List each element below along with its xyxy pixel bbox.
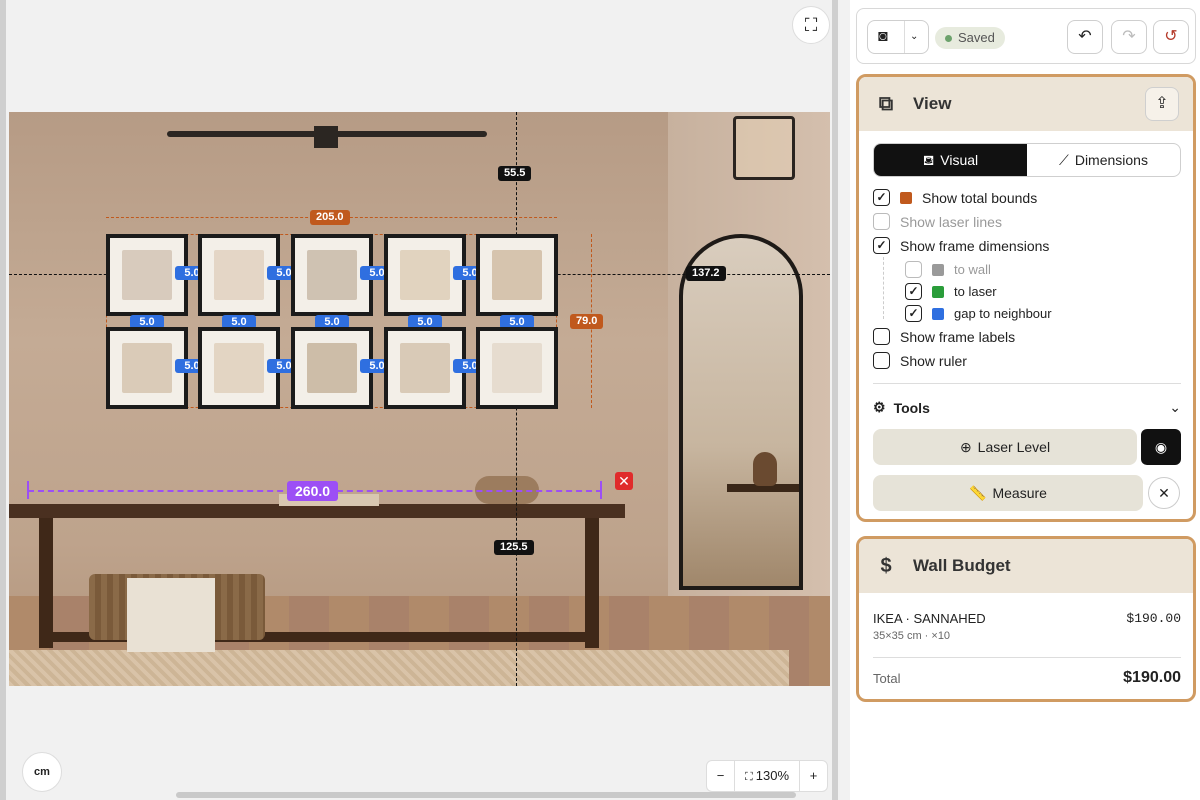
eye-icon[interactable]: ◉ bbox=[1141, 429, 1181, 465]
budget-title: Wall Budget bbox=[913, 556, 1011, 575]
dollar-icon: $ bbox=[880, 555, 892, 577]
fit-icon: ⛶ bbox=[744, 771, 756, 783]
share-icon: ⇪ bbox=[1155, 95, 1169, 112]
checkbox-to-wall[interactable] bbox=[905, 261, 922, 278]
zoom-control: − ⛶ 130% + bbox=[706, 760, 828, 792]
checkbox-to-laser[interactable]: ✓ bbox=[905, 283, 922, 300]
budget-header: $ Wall Budget bbox=[859, 539, 1193, 593]
status-dot bbox=[945, 35, 952, 43]
close-measure-icon[interactable]: ✕ bbox=[1148, 477, 1180, 509]
ruler-icon: 📏 bbox=[969, 485, 987, 501]
measure-button[interactable]: 📏 Measure bbox=[873, 475, 1143, 511]
share-button[interactable]: ⇪ bbox=[1145, 87, 1179, 121]
measure-label: 260.0 bbox=[287, 481, 339, 501]
laser-distance-top: 55.5 bbox=[498, 166, 532, 181]
item-name: IKEA · SANNAHED bbox=[873, 611, 986, 626]
checkbox-gap-to-neighbour[interactable]: ✓ bbox=[905, 305, 922, 322]
frame-photo bbox=[400, 343, 450, 393]
chevron-down-icon: ⌄ bbox=[1169, 399, 1181, 415]
option-to-wall[interactable]: to wall bbox=[905, 261, 991, 278]
left-scrollbar[interactable] bbox=[0, 0, 6, 800]
undo-button[interactable]: ↶ bbox=[1067, 20, 1103, 54]
right-scrollbar[interactable] bbox=[832, 0, 838, 800]
frame-photo bbox=[492, 343, 542, 393]
tools-icon: ⚙ bbox=[873, 399, 886, 415]
option-total-bounds[interactable]: ✓ Show total bounds bbox=[873, 189, 1037, 206]
checkbox-frame-labels[interactable] bbox=[873, 328, 890, 345]
laser-distance-right: 137.2 bbox=[686, 266, 726, 281]
visual-icon: ⛾ bbox=[922, 152, 935, 168]
view-mode-tabs: ⛾ Visual ⟋ Dimensions bbox=[873, 143, 1181, 177]
pendant-lamp bbox=[733, 116, 795, 180]
budget-total: Total $190.00 bbox=[873, 669, 1181, 686]
frame-photo bbox=[122, 250, 172, 300]
budget-line-item: IKEA · SANNAHED $190.00 bbox=[873, 611, 1181, 626]
frame-photo bbox=[492, 250, 542, 300]
option-laser-lines[interactable]: Show laser lines bbox=[873, 213, 1002, 230]
reset-button[interactable]: ↺ bbox=[1153, 20, 1189, 54]
item-price: $190.00 bbox=[1126, 611, 1181, 626]
reset-icon: ↺ bbox=[1164, 28, 1178, 45]
zoom-out-button[interactable]: − bbox=[707, 761, 735, 791]
option-ruler[interactable]: Show ruler bbox=[873, 352, 967, 369]
console-table bbox=[9, 504, 625, 518]
view-card: ⧉ View ⇪ ⛾ Visual ⟋ Dimensions ✓ Show tota… bbox=[856, 74, 1196, 522]
view-header: ⧉ View bbox=[859, 77, 1193, 131]
redo-icon: ↷ bbox=[1122, 28, 1136, 45]
snapshot-button[interactable]: ◙ ⌄ bbox=[867, 20, 929, 54]
frame-photo bbox=[214, 343, 264, 393]
mirror bbox=[679, 234, 803, 590]
total-width-label: 205.0 bbox=[310, 210, 350, 225]
side-panel: ◙ ⌄ Saved ↶ ↷ ↺ ⧉ View ⇪ ⛾ Visual ⟋ Dimens… bbox=[850, 0, 1200, 800]
delete-measure-icon[interactable]: ✕ bbox=[615, 472, 633, 490]
unit-toggle-button[interactable]: cm bbox=[22, 752, 62, 792]
option-gap-to-neighbour[interactable]: ✓ gap to neighbour bbox=[905, 305, 1052, 322]
laser-level-button[interactable]: ⊕ Laser Level bbox=[873, 429, 1137, 465]
tab-visual[interactable]: ⛾ Visual bbox=[874, 144, 1027, 176]
tools-header[interactable]: ⚙ Tools ⌄ bbox=[873, 399, 1181, 416]
swatch-gray bbox=[932, 263, 944, 276]
swatch-green bbox=[932, 285, 944, 298]
item-meta: 35×35 cm · ×10 bbox=[873, 630, 951, 642]
picture-frame[interactable] bbox=[476, 234, 558, 316]
frame-photo bbox=[307, 250, 357, 300]
total-value: $190.00 bbox=[1123, 669, 1181, 686]
frame-photo bbox=[400, 250, 450, 300]
checkbox-ruler[interactable] bbox=[873, 352, 890, 369]
zoom-value[interactable]: ⛶ 130% bbox=[735, 768, 799, 784]
frame-photo bbox=[214, 250, 264, 300]
undo-icon: ↶ bbox=[1078, 28, 1092, 45]
option-to-laser[interactable]: ✓ to laser bbox=[905, 283, 997, 300]
checkbox-total-bounds[interactable]: ✓ bbox=[873, 189, 890, 206]
saved-status: Saved bbox=[935, 27, 1005, 49]
laser-distance-bottom: 125.5 bbox=[494, 540, 534, 555]
camera-icon: ◙ bbox=[878, 28, 888, 45]
horizontal-scrollbar[interactable] bbox=[176, 792, 796, 798]
frame-photo bbox=[122, 343, 172, 393]
checkbox-laser-lines[interactable] bbox=[873, 213, 890, 230]
swatch-blue bbox=[932, 307, 944, 320]
fullscreen-icon[interactable]: ⛶ bbox=[792, 6, 830, 44]
tab-dimensions[interactable]: ⟋ Dimensions bbox=[1027, 144, 1180, 176]
swatch-orange bbox=[900, 191, 912, 204]
total-height-label: 79.0 bbox=[570, 314, 604, 329]
checkbox-frame-dimensions[interactable]: ✓ bbox=[873, 237, 890, 254]
option-frame-labels[interactable]: Show frame labels bbox=[873, 328, 1015, 345]
budget-card: $ Wall Budget IKEA · SANNAHED $190.00 35… bbox=[856, 536, 1196, 702]
redo-button[interactable]: ↷ bbox=[1111, 20, 1147, 54]
dimensions-icon: ⟋ bbox=[1059, 152, 1069, 168]
layers-icon: ⧉ bbox=[878, 93, 894, 115]
unit-label: cm bbox=[34, 766, 50, 778]
laser-icon: ⊕ bbox=[959, 439, 972, 455]
chevron-down-icon[interactable]: ⌄ bbox=[910, 21, 918, 53]
view-title: View bbox=[913, 94, 952, 113]
picture-frame[interactable] bbox=[476, 327, 558, 409]
frame-photo bbox=[307, 343, 357, 393]
zoom-in-button[interactable]: + bbox=[799, 761, 827, 791]
option-frame-dimensions[interactable]: ✓ Show frame dimensions bbox=[873, 237, 1049, 254]
top-toolbar: ◙ ⌄ Saved ↶ ↷ ↺ bbox=[856, 8, 1196, 64]
wall-canvas[interactable]: ⛶ 5.0 5.0 5.0 5.0 5.0 5.0 5.0 5.0 5.0 5.0 5.0 bbox=[0, 0, 840, 800]
